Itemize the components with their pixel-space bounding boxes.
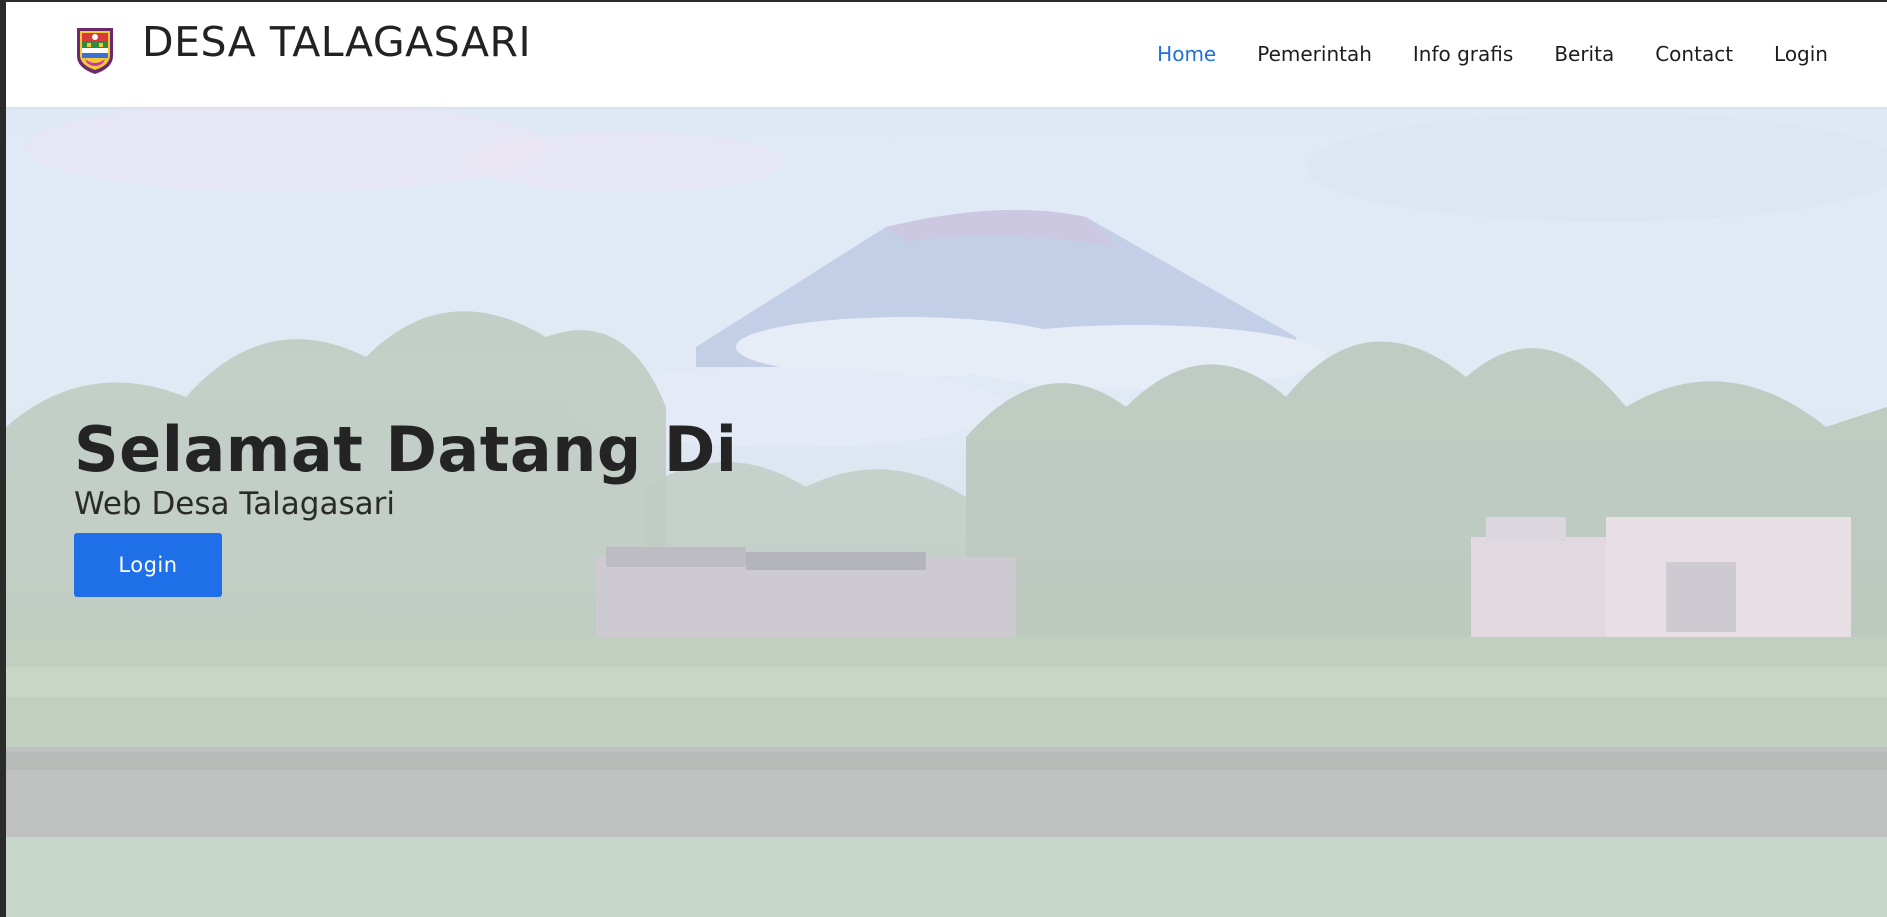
nav-item-info-grafis[interactable]: Info grafis	[1413, 42, 1513, 66]
site-title[interactable]: DESA TALAGASARI	[142, 19, 531, 65]
browser-frame: DESA TALAGASARI Home Pemerintah Info gra…	[0, 0, 1887, 917]
nav-item-contact[interactable]: Contact	[1655, 42, 1733, 66]
hero-content: Selamat Datang Di Web Desa Talagasari Lo…	[74, 413, 738, 598]
village-emblem-icon[interactable]	[73, 22, 117, 76]
nav-item-login[interactable]: Login	[1774, 42, 1828, 66]
main-nav: Home Pemerintah Info grafis Berita Conta…	[1157, 42, 1828, 66]
nav-item-home[interactable]: Home	[1157, 42, 1216, 66]
page-window: DESA TALAGASARI Home Pemerintah Info gra…	[6, 2, 1887, 917]
site-header: DESA TALAGASARI Home Pemerintah Info gra…	[6, 2, 1887, 107]
nav-item-pemerintah[interactable]: Pemerintah	[1257, 42, 1372, 66]
hero-login-button[interactable]: Login	[74, 533, 222, 598]
nav-item-berita[interactable]: Berita	[1554, 42, 1614, 66]
hero-subtitle: Web Desa Talagasari	[74, 486, 395, 523]
hero-title: Selamat Datang Di	[74, 413, 738, 486]
hero-section: Selamat Datang Di Web Desa Talagasari Lo…	[6, 107, 1887, 917]
